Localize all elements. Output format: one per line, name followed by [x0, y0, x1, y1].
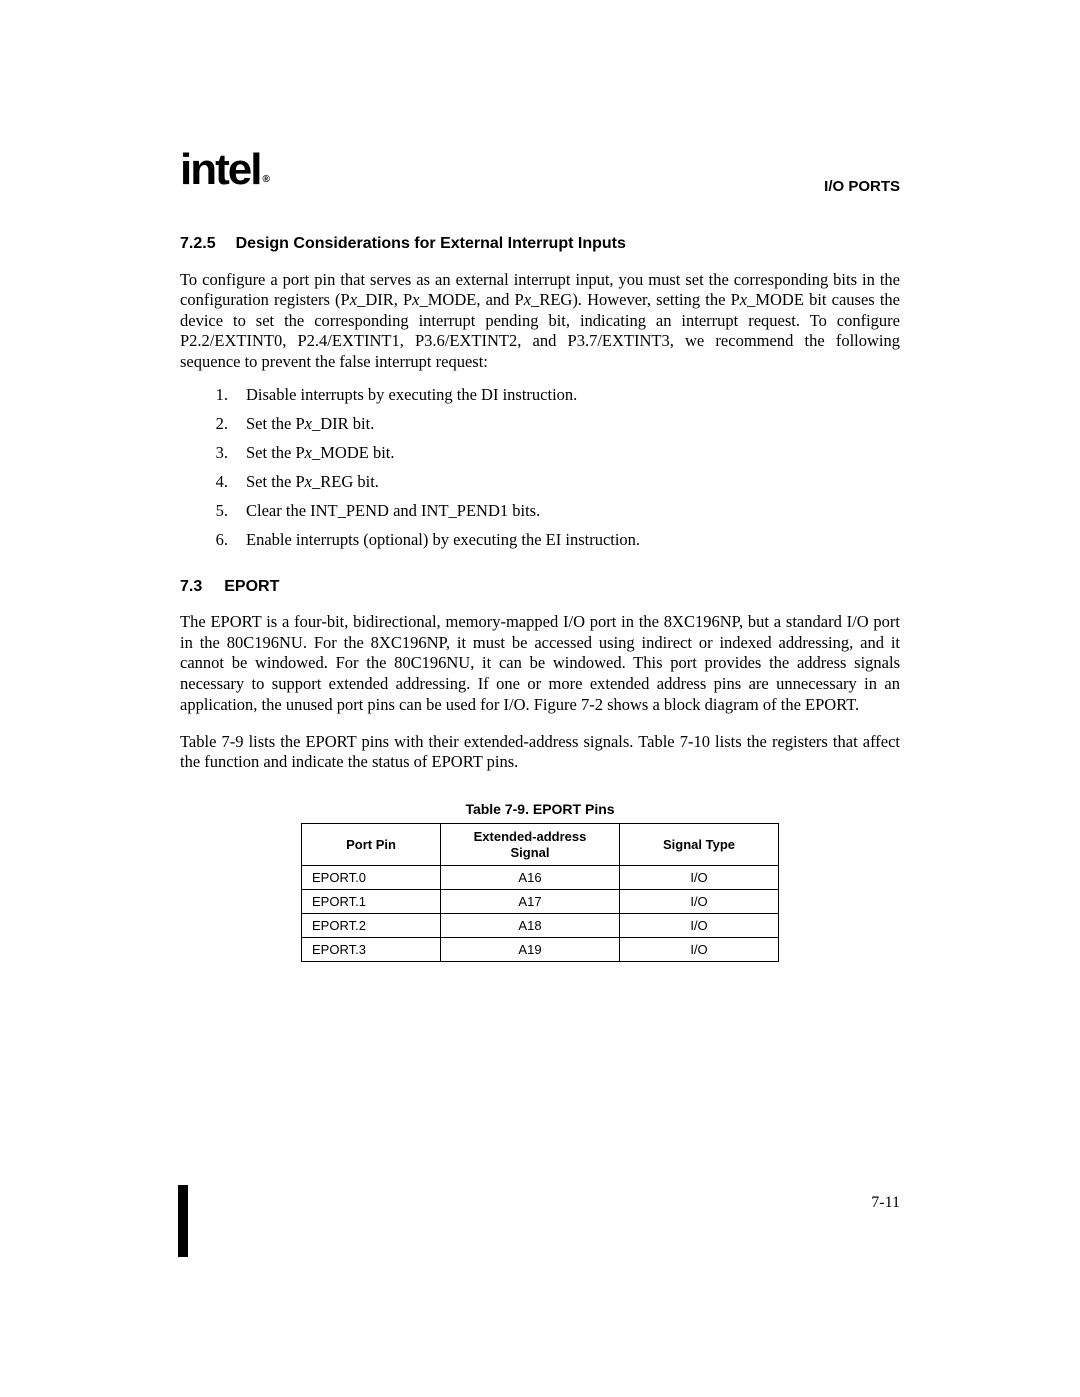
list-text: Enable interrupts (optional) by executin…: [246, 530, 640, 550]
table-row: EPORT.3A19I/O: [302, 938, 779, 962]
section2-paragraph2: Table 7-9 lists the EPORT pins with thei…: [180, 732, 900, 773]
list-text: Clear the INT_PEND and INT_PEND1 bits.: [246, 501, 540, 521]
list-item: 2. Set the Px_DIR bit.: [210, 414, 900, 434]
section-title: Design Considerations for External Inter…: [236, 235, 626, 253]
list-number: 3.: [210, 443, 228, 463]
header-title: I/O PORTS: [824, 178, 900, 195]
list-number: 1.: [210, 385, 228, 405]
list-item: 1. Disable interrupts by executing the DI…: [210, 385, 900, 405]
section-number: 7.2.5: [180, 235, 216, 253]
list-item: 5. Clear the INT_PEND and INT_PEND1 bits.: [210, 501, 900, 521]
table-wrap: Port Pin Extended-addressSignal Signal T…: [180, 823, 900, 962]
section2-paragraph1: The EPORT is a four-bit, bidirectional, …: [180, 612, 900, 715]
table-cell: I/O: [620, 938, 779, 962]
table-row: EPORT.0A16I/O: [302, 866, 779, 890]
logo-text: intel: [180, 145, 260, 194]
table-cell: EPORT.1: [302, 890, 441, 914]
page-header: intel® I/O PORTS: [180, 145, 900, 195]
section-title: EPORT: [224, 578, 279, 596]
table-cell: EPORT.0: [302, 866, 441, 890]
table-cell: I/O: [620, 914, 779, 938]
section1-paragraph: To configure a port pin that serves as a…: [180, 270, 900, 373]
list-item: 3. Set the Px_MODE bit.: [210, 443, 900, 463]
table-cell: I/O: [620, 866, 779, 890]
table-cell: A19: [441, 938, 620, 962]
th-line1: Extended-address: [474, 829, 587, 844]
th-line2: Signal: [510, 845, 549, 860]
table-row: EPORT.2A18I/O: [302, 914, 779, 938]
list-number: 5.: [210, 501, 228, 521]
list-text: Disable interrupts by executing the DI i…: [246, 385, 577, 405]
page-content: intel® I/O PORTS 7.2.5 Design Considerat…: [0, 0, 1080, 1062]
list-number: 6.: [210, 530, 228, 550]
table-body: EPORT.0A16I/OEPORT.1A17I/OEPORT.2A18I/OE…: [302, 866, 779, 962]
page-number: 7-11: [871, 1194, 900, 1212]
list-item: 4. Set the Px_REG bit.: [210, 472, 900, 492]
list-text: Set the Px_MODE bit.: [246, 443, 395, 463]
list-item: 6. Enable interrupts (optional) by execut…: [210, 530, 900, 550]
list-text: Set the Px_DIR bit.: [246, 414, 374, 434]
table-header-row: Port Pin Extended-addressSignal Signal T…: [302, 824, 779, 866]
list-number: 4.: [210, 472, 228, 492]
table-cell: A18: [441, 914, 620, 938]
trademark-symbol: ®: [262, 174, 267, 185]
table-cell: I/O: [620, 890, 779, 914]
section-heading-7-3: 7.3 EPORT: [180, 578, 900, 596]
table-cell: A16: [441, 866, 620, 890]
eport-pins-table: Port Pin Extended-addressSignal Signal T…: [301, 823, 779, 962]
table-header: Signal Type: [620, 824, 779, 866]
side-marker-bar: [178, 1185, 188, 1257]
table-header: Port Pin: [302, 824, 441, 866]
table-cell: A17: [441, 890, 620, 914]
section-heading-7-2-5: 7.2.5 Design Considerations for External…: [180, 235, 900, 253]
table-header: Extended-addressSignal: [441, 824, 620, 866]
table-cell: EPORT.2: [302, 914, 441, 938]
table-caption: Table 7-9. EPORT Pins: [180, 801, 900, 817]
ordered-list: 1. Disable interrupts by executing the DI…: [210, 385, 900, 550]
table-cell: EPORT.3: [302, 938, 441, 962]
list-text: Set the Px_REG bit.: [246, 472, 379, 492]
list-number: 2.: [210, 414, 228, 434]
section-number: 7.3: [180, 578, 202, 596]
intel-logo: intel®: [180, 145, 266, 195]
table-row: EPORT.1A17I/O: [302, 890, 779, 914]
